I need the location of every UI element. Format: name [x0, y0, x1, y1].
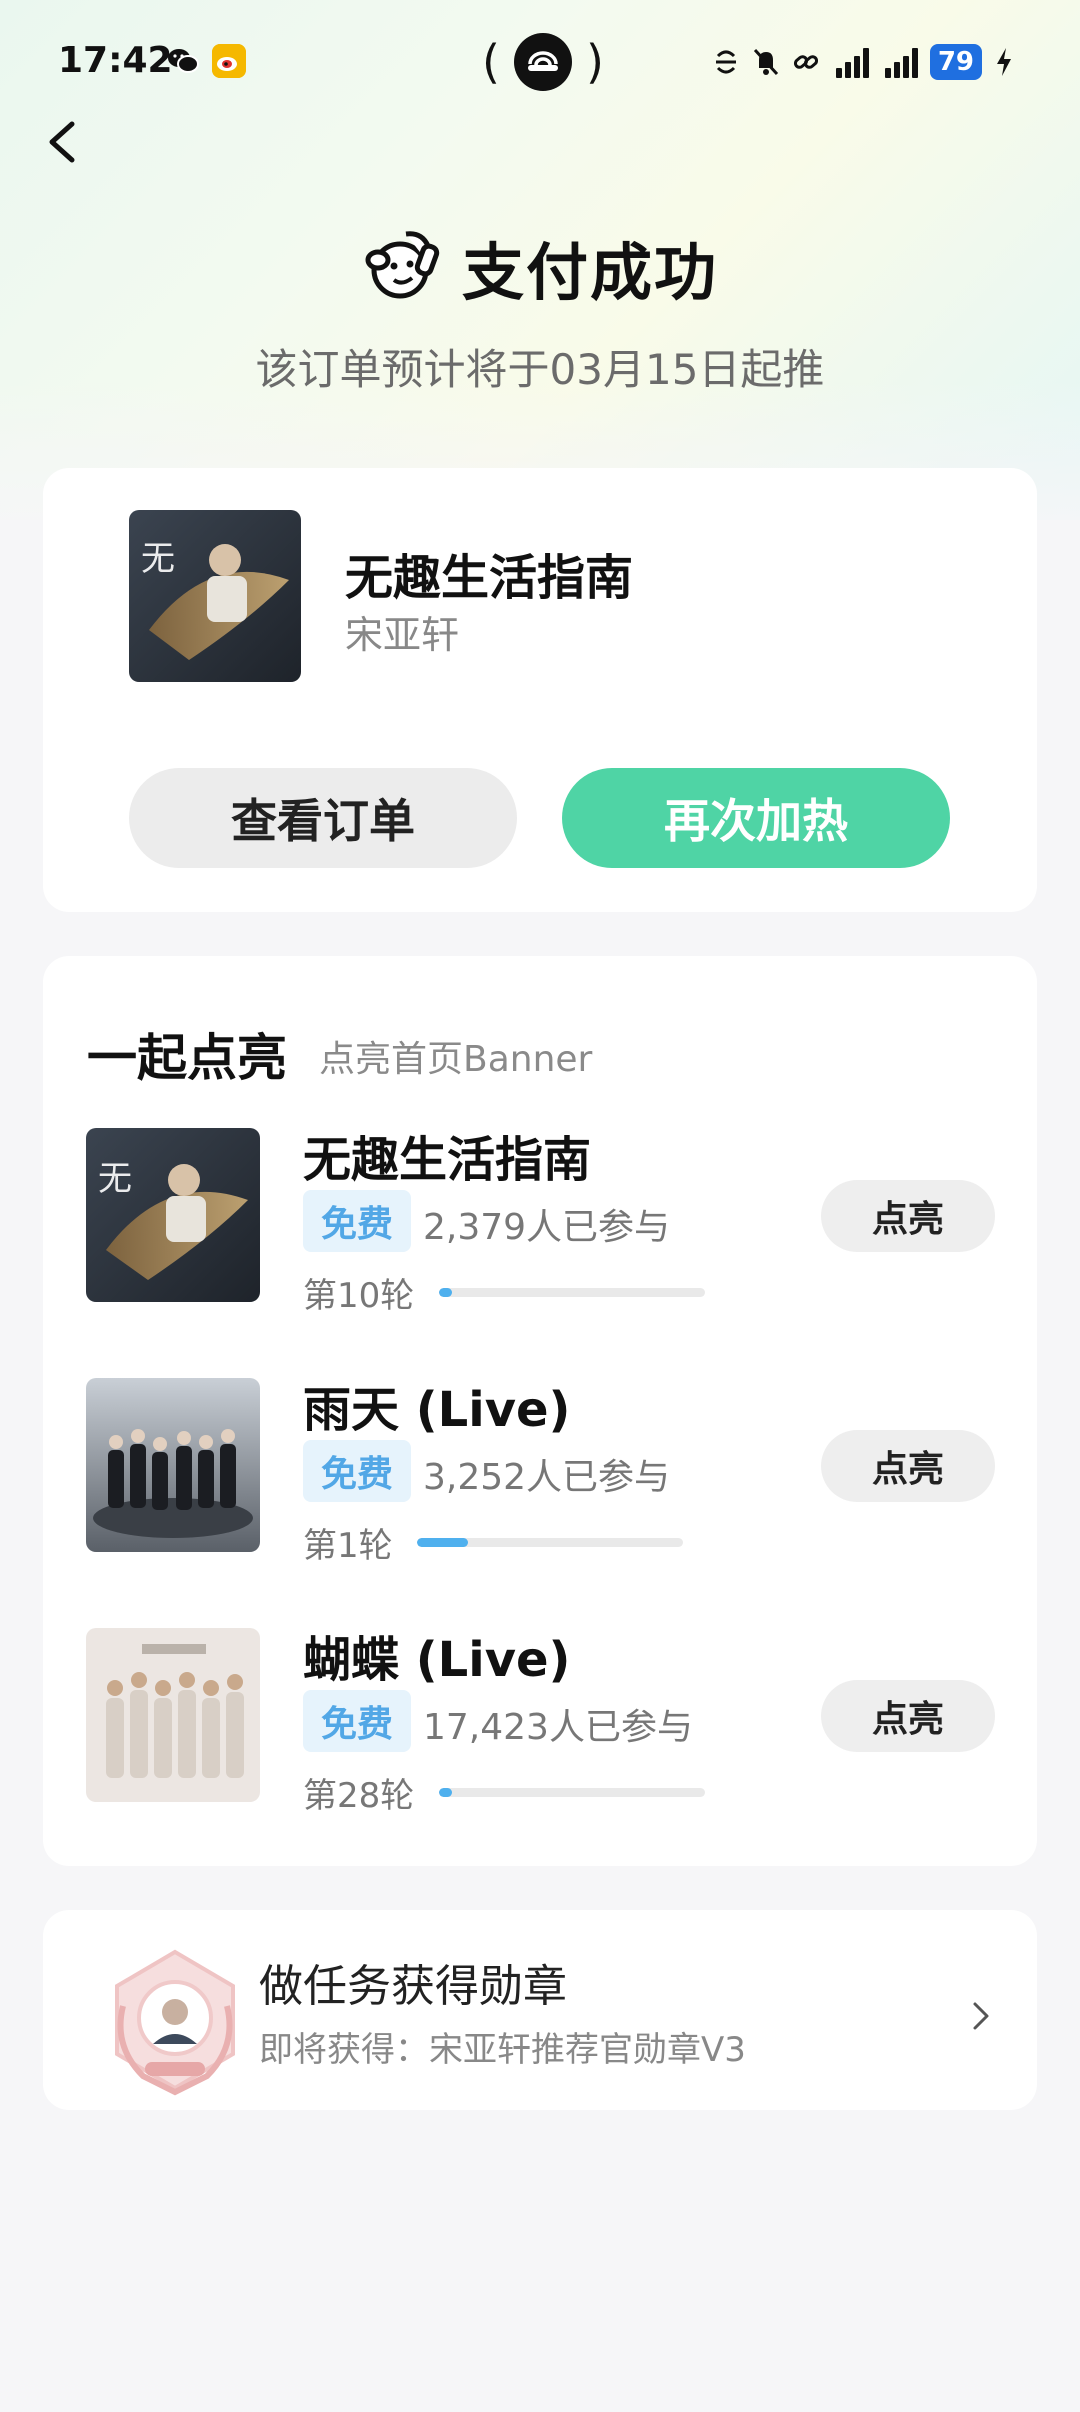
participant-count: 2,379人已参与: [423, 1207, 671, 1248]
progress-bar: [439, 1788, 705, 1797]
section-title: 一起点亮: [87, 1029, 287, 1087]
task-subtitle: 即将获得：宋亚轩推荐官勋章V3: [259, 2030, 746, 2070]
song-artist: 宋亚轩: [345, 613, 460, 657]
light-up-button[interactable]: 点亮: [821, 1180, 995, 1252]
paren-left-glyph: (: [482, 35, 500, 89]
list-item: 无 无趣生活指南 免费 2,379人已参与 第10轮 点亮: [43, 1128, 1037, 1318]
signal-5g-icon: [832, 46, 869, 78]
push-date-subtitle: 该订单预计将于03月15日起推: [255, 345, 825, 394]
page-title: 支付成功: [461, 236, 718, 309]
light-up-card: 一起点亮 点亮首页Banner 无 无趣生活指南 免费 2,379人已参与 第1…: [43, 956, 1037, 1866]
status-icons: 79: [712, 40, 1014, 84]
album-cover: 无: [129, 510, 301, 682]
wechat-icon: [168, 49, 199, 73]
light-up-button[interactable]: 点亮: [821, 1430, 995, 1502]
progress-fill: [439, 1788, 453, 1797]
section-subtitle: 点亮首页Banner: [319, 1039, 593, 1080]
svg-text:无: 无: [98, 1159, 132, 1199]
chevron-right-icon[interactable]: [967, 1996, 995, 2036]
song-title: 无趣生活指南: [345, 550, 634, 606]
song-thumbnail: 无: [86, 1128, 260, 1302]
progress-fill: [417, 1538, 468, 1547]
free-badge: 免费: [303, 1190, 411, 1252]
status-bar: 17:42 ( ) 79: [0, 0, 1080, 124]
payment-success-header: 支付成功: [0, 222, 1080, 312]
medal-icon: [115, 1949, 235, 2096]
order-card: 无 无趣生活指南 宋亚轩 查看订单 再次加热: [43, 468, 1037, 912]
list-item: 蝴蝶 (Live) 免费 17,423人已参与 第28轮 点亮: [43, 1628, 1037, 1818]
free-badge: 免费: [303, 1440, 411, 1502]
hotspot-indicator: ( ): [482, 30, 604, 94]
list-item: 雨天 (Live) 免费 3,252人已参与 第1轮 点亮: [43, 1378, 1037, 1568]
progress-fill: [439, 1288, 453, 1297]
song-thumbnail: [86, 1378, 260, 1552]
battery-indicator: 79: [929, 44, 982, 80]
mute-icon: [753, 48, 778, 76]
participant-count: 3,252人已参与: [423, 1457, 671, 1498]
item-name: 雨天 (Live): [303, 1382, 571, 1438]
free-badge: 免费: [303, 1690, 411, 1752]
item-name: 蝴蝶 (Live): [303, 1632, 571, 1688]
item-name: 无趣生活指南: [303, 1132, 592, 1188]
mascot-icon: [365, 231, 440, 299]
task-card[interactable]: 做任务获得勋章 即将获得：宋亚轩推荐官勋章V3: [43, 1910, 1037, 2110]
link-icon: [793, 55, 818, 69]
round-label: 第10轮: [303, 1276, 415, 1316]
charging-icon: [997, 48, 1011, 76]
progress-bar: [417, 1538, 683, 1547]
svg-text:无: 无: [141, 539, 175, 579]
reheat-button[interactable]: 再次加热: [562, 768, 950, 868]
hotspot-icon: [513, 33, 572, 91]
status-time: 17:42: [58, 40, 173, 81]
view-order-button[interactable]: 查看订单: [129, 768, 517, 868]
participant-count: 17,423人已参与: [423, 1707, 693, 1748]
round-label: 第28轮: [303, 1776, 415, 1816]
progress-bar: [439, 1288, 705, 1297]
task-title: 做任务获得勋章: [259, 1961, 567, 2012]
light-up-button[interactable]: 点亮: [821, 1680, 995, 1752]
song-thumbnail: [86, 1628, 260, 1802]
back-icon[interactable]: [40, 112, 84, 172]
signal-5g-icon-2: [881, 46, 918, 78]
data-saver-icon: [715, 50, 736, 74]
weibo-icon: [212, 44, 246, 78]
paren-right-glyph: ): [585, 35, 604, 89]
round-label: 第1轮: [303, 1526, 393, 1566]
